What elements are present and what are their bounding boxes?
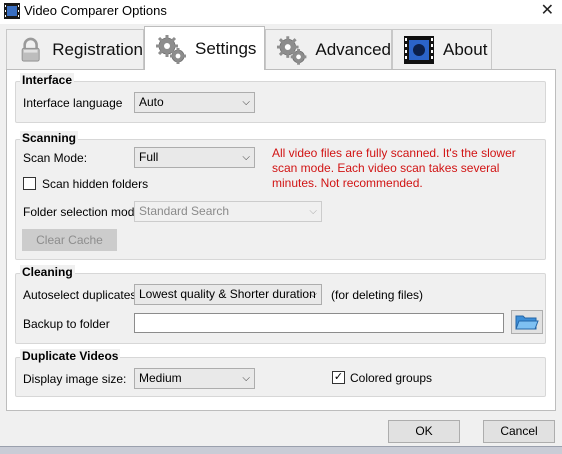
colored-groups-checkbox[interactable]: ✓ [332, 371, 345, 384]
image-size-label: Display image size: [23, 372, 127, 386]
chevron-down-icon: ⌵ [309, 289, 317, 300]
scanning-group: Scanning Scan Mode: Full ⌵ All video fil… [15, 131, 546, 260]
folder-mode-label: Folder selection mode: [23, 205, 145, 219]
gears-icon [156, 34, 186, 64]
cancel-button[interactable]: Cancel [483, 420, 555, 443]
scan-mode-select[interactable]: Full ⌵ [134, 147, 255, 168]
chevron-down-icon: ⌵ [309, 206, 317, 217]
tab-about[interactable]: About [392, 29, 492, 69]
close-icon[interactable]: ✕ [541, 2, 554, 20]
film-icon [404, 35, 434, 64]
group-title: Scanning [20, 131, 79, 145]
autoselect-select[interactable]: Lowest quality & Shorter duration ⌵ [134, 284, 322, 305]
title-bar: Video Comparer Options ✕ [0, 0, 562, 24]
gears-icon [276, 35, 307, 65]
window-title: Video Comparer Options [24, 3, 167, 18]
select-value: Full [139, 150, 159, 164]
scan-hidden-checkbox[interactable] [23, 177, 36, 190]
group-title: Cleaning [20, 265, 75, 279]
autoselect-label: Autoselect duplicates: [23, 288, 140, 302]
chevron-down-icon: ⌵ [242, 373, 250, 384]
colored-groups-label: Colored groups [350, 371, 433, 385]
settings-panel: Interface Interface language Auto ⌵ Scan… [6, 69, 556, 411]
autoselect-note: (for deleting files) [331, 288, 424, 302]
browse-folder-button[interactable] [511, 310, 543, 334]
tab-settings[interactable]: Settings [144, 26, 265, 70]
backup-folder-label: Backup to folder [23, 317, 110, 331]
folder-icon [515, 315, 539, 330]
app-film-icon [4, 3, 20, 19]
scan-mode-label: Scan Mode: [23, 151, 88, 165]
cleaning-group: Cleaning Autoselect duplicates: Lowest q… [15, 265, 546, 344]
scan-hidden-label: Scan hidden folders [42, 177, 149, 191]
tab-label: Settings [195, 38, 257, 58]
taskbar-strip [0, 446, 562, 454]
tab-label: Registration [52, 39, 143, 59]
checkmark-icon: ✓ [333, 371, 344, 383]
tab-registration[interactable]: Registration [6, 29, 144, 69]
duplicate-videos-group: Duplicate Videos Display image size: Med… [15, 349, 546, 397]
folder-mode-select[interactable]: Standard Search ⌵ [134, 201, 322, 222]
group-title: Duplicate Videos [20, 349, 121, 363]
tab-label: Advanced [315, 39, 391, 59]
clear-cache-button[interactable]: Clear Cache [22, 229, 117, 251]
interface-group: Interface Interface language Auto ⌵ [15, 73, 546, 123]
image-size-select[interactable]: Medium ⌵ [134, 368, 255, 389]
tab-advanced[interactable]: Advanced [265, 29, 392, 69]
backup-folder-input[interactable] [134, 313, 504, 333]
lock-icon [21, 37, 40, 62]
interface-language-label: Interface language [23, 96, 123, 110]
select-value: Standard Search [139, 204, 230, 218]
interface-language-select[interactable]: Auto ⌵ [134, 92, 255, 113]
chevron-down-icon: ⌵ [242, 152, 250, 163]
select-value: Auto [139, 95, 164, 109]
scan-mode-warning: All video files are fully scanned. It's … [272, 146, 516, 190]
chevron-down-icon: ⌵ [242, 97, 250, 108]
tab-label: About [443, 39, 488, 59]
select-value: Lowest quality & Shorter duration [139, 287, 316, 301]
select-value: Medium [139, 371, 182, 385]
ok-button[interactable]: OK [388, 420, 460, 443]
group-title: Interface [20, 73, 75, 87]
